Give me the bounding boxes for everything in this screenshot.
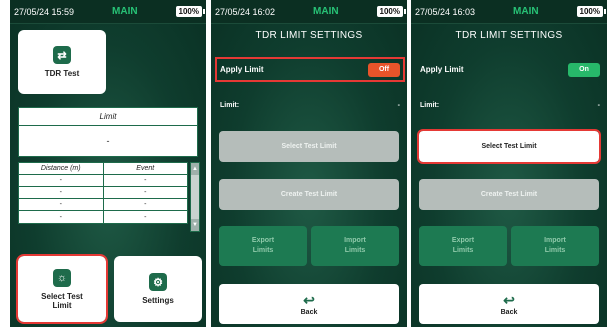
settings-button[interactable]: ⚙ Settings bbox=[114, 256, 202, 322]
status-time: 27/05/24 16:03 bbox=[415, 6, 476, 17]
import-label-2: Limits bbox=[544, 247, 566, 254]
export-label-1: Export bbox=[251, 237, 275, 244]
apply-limit-toggle[interactable]: On bbox=[568, 62, 600, 77]
export-limits-button[interactable]: Export Limits bbox=[219, 226, 307, 266]
limit-value: - bbox=[597, 101, 600, 109]
cell-event: - bbox=[144, 189, 147, 196]
cell-event: - bbox=[144, 213, 147, 221]
table-row[interactable]: - - bbox=[19, 199, 187, 211]
table-header: Distance (m) Event bbox=[19, 163, 187, 175]
scroll-down-icon[interactable]: ▼ bbox=[191, 219, 199, 231]
tdr-test-label: TDR Test bbox=[44, 69, 80, 78]
status-bar: 27/05/24 15:59 MAIN 100% bbox=[10, 0, 206, 24]
apply-limit-row: Apply Limit Off bbox=[215, 57, 405, 82]
scroll-up-icon[interactable]: ▲ bbox=[191, 163, 199, 175]
table-row[interactable]: - - bbox=[19, 187, 187, 199]
apply-limit-row: Apply Limit On bbox=[417, 59, 603, 80]
battery-indicator: 100% bbox=[576, 6, 607, 17]
cell-distance: - bbox=[19, 175, 104, 186]
back-arrow-icon: ↩ bbox=[303, 291, 315, 308]
back-button[interactable]: ↩ Back bbox=[419, 284, 599, 324]
gear-icon: ⚙ bbox=[149, 273, 167, 291]
apply-limit-label: Apply Limit bbox=[420, 65, 464, 74]
battery-indicator: 100% bbox=[175, 6, 206, 17]
column-header-event: Event bbox=[136, 165, 155, 172]
page-title: TDR LIMIT SETTINGS bbox=[255, 30, 363, 41]
select-test-limit-button[interactable]: ☼ Select Test Limit bbox=[16, 254, 108, 324]
select-test-limit-label-1: Select Test bbox=[41, 291, 83, 301]
battery-indicator: 100% bbox=[376, 6, 407, 17]
export-label-2: Limits bbox=[452, 247, 474, 254]
export-label-2: Limits bbox=[252, 247, 274, 254]
apply-limit-label: Apply Limit bbox=[220, 65, 264, 74]
table-row[interactable]: - - bbox=[19, 175, 187, 187]
status-title: MAIN bbox=[313, 6, 339, 17]
limit-row: Limit: - bbox=[417, 98, 603, 112]
back-label: Back bbox=[300, 308, 318, 316]
status-bar: 27/05/24 16:03 MAIN 100% bbox=[411, 0, 607, 24]
create-test-limit-button[interactable]: Create Test Limit bbox=[419, 179, 599, 210]
limit-header: Limit bbox=[19, 108, 197, 126]
event-table: Distance (m) Event - - - - - - - - bbox=[18, 162, 188, 224]
select-test-limit-button[interactable]: Select Test Limit bbox=[219, 131, 399, 162]
limit-value: - bbox=[106, 136, 110, 146]
select-test-limit-label-2: Limit bbox=[52, 300, 72, 310]
limit-value: - bbox=[397, 101, 400, 109]
export-label-1: Export bbox=[451, 237, 475, 244]
import-limits-button[interactable]: Import Limits bbox=[311, 226, 399, 266]
tdr-limit-settings-screen: 27/05/24 16:02 MAIN 100% TDR LIMIT SETTI… bbox=[211, 0, 407, 327]
lightbulb-icon: ☼ bbox=[53, 268, 71, 287]
cable-icon: ⇄ bbox=[53, 46, 71, 64]
status-bar: 27/05/24 16:02 MAIN 100% bbox=[211, 0, 407, 24]
limit-label: Limit: bbox=[420, 101, 440, 109]
apply-limit-toggle[interactable]: Off bbox=[368, 62, 400, 77]
back-arrow-icon: ↩ bbox=[503, 291, 515, 308]
back-label: Back bbox=[500, 308, 518, 316]
cell-event: - bbox=[144, 201, 147, 208]
limit-label: Limit: bbox=[220, 101, 240, 109]
status-time: 27/05/24 16:02 bbox=[215, 6, 276, 17]
import-label-1: Import bbox=[544, 237, 566, 244]
export-limits-button[interactable]: Export Limits bbox=[419, 226, 507, 266]
import-label-2: Limits bbox=[344, 247, 366, 254]
main-screen: 27/05/24 15:59 MAIN 100% ⇄ TDR Test Limi… bbox=[10, 0, 206, 327]
table-scrollbar[interactable]: ▲ ▼ bbox=[190, 162, 200, 232]
cell-distance: - bbox=[19, 187, 104, 198]
status-time: 27/05/24 15:59 bbox=[14, 6, 75, 17]
limit-row: Limit: - bbox=[217, 98, 403, 112]
limit-panel: Limit - bbox=[18, 107, 198, 157]
cell-distance: - bbox=[19, 199, 104, 210]
import-label-1: Import bbox=[344, 237, 366, 244]
create-test-limit-button[interactable]: Create Test Limit bbox=[219, 179, 399, 210]
page-title: TDR LIMIT SETTINGS bbox=[455, 30, 563, 41]
back-button[interactable]: ↩ Back bbox=[219, 284, 399, 324]
settings-label: Settings bbox=[142, 296, 174, 305]
tdr-test-button[interactable]: ⇄ TDR Test bbox=[18, 30, 106, 94]
column-header-distance: Distance (m) bbox=[19, 163, 104, 174]
cell-distance: - bbox=[19, 211, 104, 223]
select-test-limit-button[interactable]: Select Test Limit bbox=[417, 129, 601, 164]
status-title: MAIN bbox=[112, 6, 138, 17]
status-title: MAIN bbox=[513, 6, 539, 17]
table-row[interactable]: - - bbox=[19, 211, 187, 223]
tdr-limit-settings-screen: 27/05/24 16:03 MAIN 100% TDR LIMIT SETTI… bbox=[411, 0, 607, 327]
import-limits-button[interactable]: Import Limits bbox=[511, 226, 599, 266]
cell-event: - bbox=[144, 177, 147, 184]
